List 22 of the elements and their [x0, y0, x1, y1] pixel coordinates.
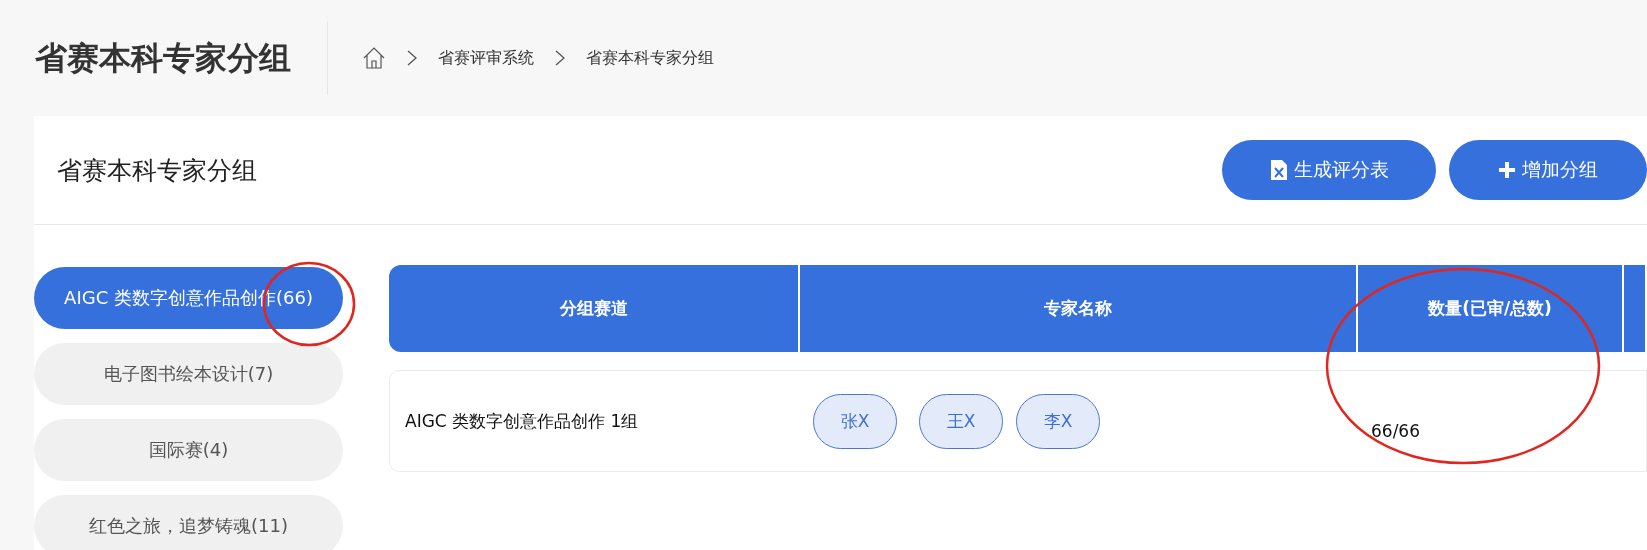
- generate-sheet-button[interactable]: 生成评分表: [1222, 140, 1436, 200]
- chevron-icon: [406, 50, 418, 66]
- column-header: 分组赛道: [389, 265, 800, 352]
- column-header: 数量(已审/总数): [1358, 265, 1624, 352]
- plus-icon: [1498, 159, 1516, 181]
- table-cell-text: 66/66: [1370, 420, 1421, 441]
- expert-tag[interactable]: 李X: [1016, 393, 1100, 449]
- breadcrumb-link[interactable]: 省赛评审系统: [438, 47, 534, 69]
- column-header: 专家名称: [800, 265, 1358, 352]
- table-cell-text: AIGC 类数字创意作品创作 1组: [404, 409, 640, 433]
- page-title: 省赛本科专家分组: [35, 21, 328, 95]
- category-tab[interactable]: 红色之旅，追梦铸魂(11): [34, 495, 343, 550]
- home-icon[interactable]: [362, 46, 386, 70]
- expert-tag[interactable]: 王X: [919, 393, 1003, 449]
- breadcrumb-link[interactable]: 省赛本科专家分组: [586, 47, 714, 69]
- category-tab[interactable]: 国际赛(4): [34, 419, 343, 481]
- chevron-icon: [554, 50, 566, 66]
- card-title: 省赛本科专家分组: [57, 154, 258, 187]
- category-tab[interactable]: 电子图书绘本设计(7): [34, 343, 343, 405]
- add-group-button[interactable]: 增加分组: [1449, 140, 1647, 200]
- expert-tag[interactable]: 张X: [813, 393, 897, 449]
- excel-file-icon: [1269, 159, 1288, 181]
